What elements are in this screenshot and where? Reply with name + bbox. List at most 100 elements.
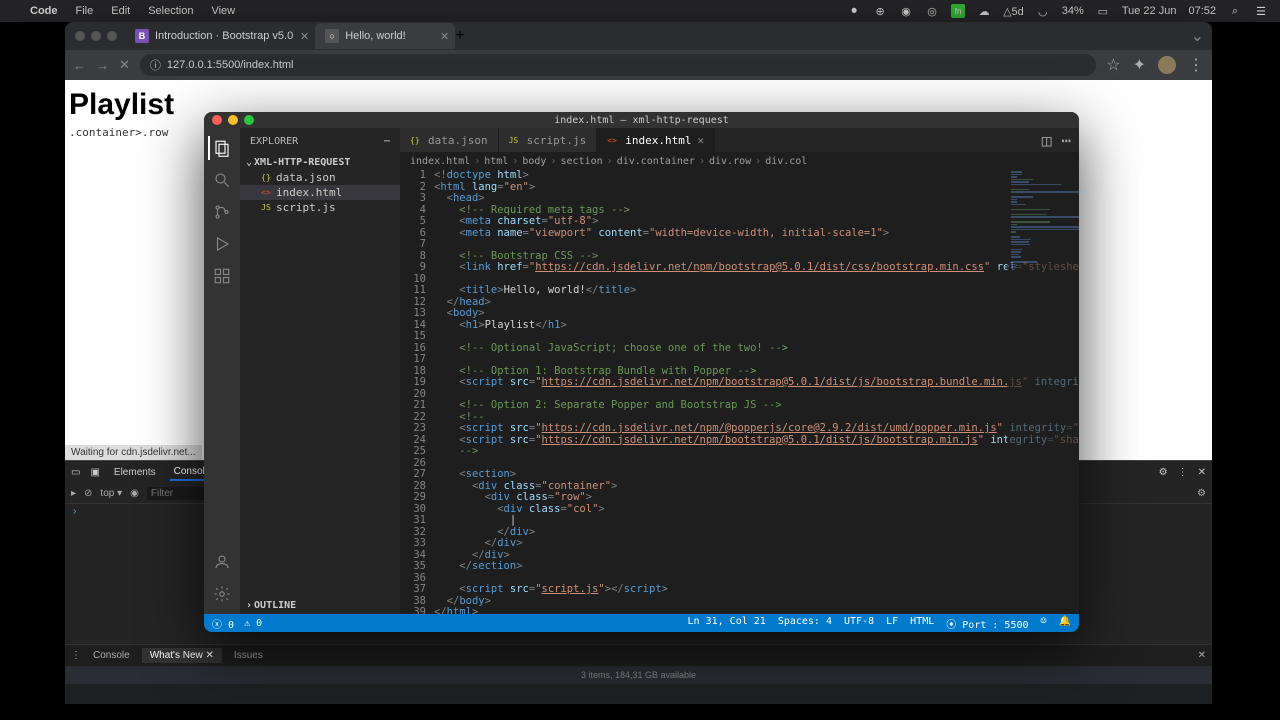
- vscode-zoom-icon[interactable]: [244, 115, 254, 125]
- extensions-icon[interactable]: [210, 264, 234, 288]
- file-item[interactable]: JSscript.js: [240, 200, 400, 215]
- file-name: data.json: [276, 171, 336, 184]
- devtools-settings-icon[interactable]: ⚙: [1159, 467, 1168, 478]
- browser-tab[interactable]: ○Hello, world!✕: [315, 23, 455, 49]
- source-control-icon[interactable]: [210, 200, 234, 224]
- stop-button[interactable]: ✕: [119, 57, 130, 73]
- explorer-icon[interactable]: [208, 136, 234, 160]
- tray-indicator[interactable]: △5d: [1003, 5, 1024, 18]
- outline-section[interactable]: › OUTLINE: [240, 597, 400, 614]
- breadcrumb-item[interactable]: index.html: [410, 156, 470, 167]
- finder-status-bar: 3 items, 184,31 GB available: [65, 666, 1212, 684]
- status-warnings[interactable]: ⚠ 0: [244, 618, 262, 629]
- profile-avatar[interactable]: [1158, 56, 1176, 74]
- status-lang[interactable]: HTML: [910, 616, 934, 631]
- search-icon[interactable]: [210, 168, 234, 192]
- breadcrumb-item[interactable]: div.col: [765, 156, 807, 167]
- devtools-tab-elements[interactable]: Elements: [110, 465, 160, 480]
- menubar-date[interactable]: Tue 22 Jun: [1122, 5, 1177, 17]
- console-eye-icon[interactable]: ◉: [130, 488, 139, 499]
- accounts-icon[interactable]: [210, 550, 234, 574]
- status-errors[interactable]: ⓧ 0: [212, 616, 234, 631]
- drawer-tab-whatsnew[interactable]: What's New ✕: [142, 648, 222, 663]
- editor-tab[interactable]: <>index.html✕: [597, 128, 715, 152]
- menubar-selection[interactable]: Selection: [148, 5, 193, 17]
- tab-close-icon[interactable]: ✕: [440, 30, 449, 43]
- console-filter-input[interactable]: [147, 487, 207, 500]
- console-clear-icon[interactable]: ⊘: [84, 488, 92, 499]
- console-settings-icon[interactable]: ⚙: [1197, 488, 1206, 499]
- minimap[interactable]: [1007, 170, 1079, 614]
- vscode-close-icon[interactable]: [212, 115, 222, 125]
- console-sidebar-icon[interactable]: ▸: [71, 488, 76, 499]
- breadcrumb-item[interactable]: div.row: [709, 156, 751, 167]
- bookmark-icon[interactable]: ☆: [1106, 55, 1120, 75]
- project-folder[interactable]: ⌄ XML-HTTP-REQUEST: [240, 155, 400, 170]
- status-cursor[interactable]: Ln 31, Col 21: [688, 616, 766, 631]
- new-tab-button[interactable]: +: [455, 27, 464, 45]
- tray-icon-3[interactable]: ◎: [925, 4, 939, 18]
- devtools-close-icon[interactable]: ✕: [1198, 467, 1206, 478]
- settings-gear-icon[interactable]: [210, 582, 234, 606]
- window-close-icon[interactable]: [75, 31, 85, 41]
- drawer-tab-console[interactable]: Console: [85, 648, 138, 663]
- window-minimize-icon[interactable]: [91, 31, 101, 41]
- device-toggle-icon[interactable]: ▣: [90, 467, 99, 478]
- tray-icon-5[interactable]: ☁: [977, 4, 991, 18]
- console-context[interactable]: top ▾: [100, 488, 122, 499]
- extensions-icon[interactable]: ✦: [1133, 55, 1146, 75]
- vscode-titlebar[interactable]: index.html — xml-http-request: [204, 112, 1079, 128]
- control-center-icon[interactable]: ☰: [1254, 4, 1268, 18]
- site-info-icon[interactable]: ⓘ: [150, 57, 161, 73]
- split-editor-icon[interactable]: ◫: [1042, 131, 1052, 150]
- editor-tab[interactable]: JSscript.js: [499, 128, 598, 152]
- file-item[interactable]: <>index.html: [240, 185, 400, 200]
- breadcrumb-item[interactable]: section: [561, 156, 603, 167]
- status-encoding[interactable]: UTF-8: [844, 616, 874, 631]
- inspect-icon[interactable]: ▭: [71, 467, 80, 478]
- menubar-edit[interactable]: Edit: [111, 5, 130, 17]
- status-feedback-icon[interactable]: ☺: [1041, 616, 1047, 631]
- status-bar: ⓧ 0 ⚠ 0 Ln 31, Col 21 Spaces: 4 UTF-8 LF…: [204, 614, 1079, 632]
- forward-button[interactable]: →: [96, 58, 109, 73]
- editor-more-icon[interactable]: ⋯: [1061, 131, 1071, 150]
- breadcrumb-item[interactable]: div.container: [617, 156, 695, 167]
- status-port[interactable]: ⦿ Port : 5500: [946, 616, 1028, 631]
- menubar-time[interactable]: 07:52: [1188, 5, 1216, 17]
- browser-tab[interactable]: BIntroduction · Bootstrap v5.0✕: [125, 23, 315, 49]
- breadcrumbs[interactable]: index.html›html›body›section›div.contain…: [400, 152, 1079, 170]
- vscode-minimize-icon[interactable]: [228, 115, 238, 125]
- tray-icon-4[interactable]: fn: [951, 4, 965, 18]
- tray-icon-2[interactable]: ◉: [899, 4, 913, 18]
- breadcrumb-item[interactable]: html: [484, 156, 508, 167]
- wifi-icon[interactable]: ◡: [1036, 4, 1050, 18]
- address-bar[interactable]: ⓘ 127.0.0.1:5500/index.html: [140, 54, 1096, 76]
- run-debug-icon[interactable]: [210, 232, 234, 256]
- menubar-app[interactable]: Code: [30, 5, 58, 17]
- tab-close-icon[interactable]: ✕: [300, 30, 309, 43]
- menubar-view[interactable]: View: [211, 5, 235, 17]
- record-icon[interactable]: ⏺: [847, 4, 861, 18]
- drawer-close-icon[interactable]: ✕: [1198, 650, 1206, 661]
- spotlight-icon[interactable]: ⌕: [1228, 4, 1242, 18]
- drawer-menu-icon[interactable]: ⋮: [71, 650, 81, 661]
- devtools-menu-icon[interactable]: ⋮: [1178, 467, 1188, 478]
- explorer-more-icon[interactable]: ⋯: [384, 136, 390, 147]
- browser-menu-icon[interactable]: ⋮: [1188, 55, 1204, 75]
- tab-close-icon[interactable]: ✕: [697, 134, 704, 147]
- battery-percent[interactable]: 34%: [1062, 5, 1084, 17]
- menubar-file[interactable]: File: [76, 5, 94, 17]
- code-editor[interactable]: 1234567891011121314151617181920212223242…: [400, 170, 1079, 614]
- editor-tab[interactable]: {}data.json: [400, 128, 499, 152]
- drawer-tab-issues[interactable]: Issues: [226, 648, 271, 663]
- window-zoom-icon[interactable]: [107, 31, 117, 41]
- status-eol[interactable]: LF: [886, 616, 898, 631]
- file-item[interactable]: {}data.json: [240, 170, 400, 185]
- tray-icon-1[interactable]: ⊕: [873, 4, 887, 18]
- tab-overflow-icon[interactable]: ⌄: [1191, 26, 1212, 46]
- status-bell-icon[interactable]: 🔔: [1059, 616, 1071, 631]
- battery-icon[interactable]: ▭: [1096, 4, 1110, 18]
- back-button[interactable]: ←: [73, 58, 86, 73]
- breadcrumb-item[interactable]: body: [522, 156, 546, 167]
- status-spaces[interactable]: Spaces: 4: [778, 616, 832, 631]
